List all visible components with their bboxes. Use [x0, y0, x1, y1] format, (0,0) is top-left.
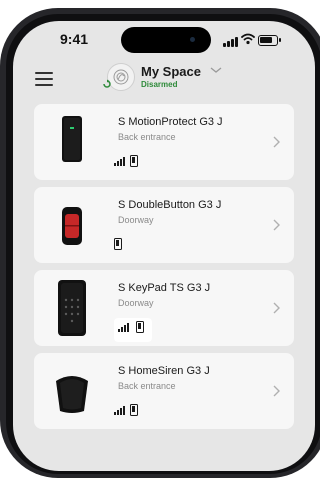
device-name: S DoubleButton G3 J: [118, 199, 222, 211]
siren-device-icon: [56, 376, 88, 413]
signal-strength-icon: [118, 322, 132, 332]
device-name: S KeyPad TS G3 J: [118, 282, 211, 294]
device-name: S MotionProtect G3 J: [118, 116, 223, 128]
battery-level-icon: [114, 238, 122, 250]
chevron-right-icon: [273, 219, 280, 231]
keypad-device-icon: [58, 280, 86, 336]
hamburger-menu-icon[interactable]: [35, 72, 53, 86]
device-room: Back entrance: [118, 132, 176, 142]
app-header: My Space Disarmed: [13, 61, 315, 101]
device-card[interactable]: S DoubleButton G3 J Doorway: [34, 187, 294, 263]
device-name: S HomeSiren G3 J: [118, 365, 210, 377]
phone-mockup: 9:41 My Space Disarmed S MotionProtect G…: [0, 0, 320, 478]
battery-level-icon: [130, 404, 138, 416]
double-button-device-icon: [62, 207, 82, 245]
battery-level-icon: [130, 155, 138, 167]
space-switcher[interactable]: My Space Disarmed: [103, 61, 247, 97]
battery-icon: [258, 35, 278, 46]
dynamic-island: [121, 27, 211, 53]
battery-cap: [279, 38, 281, 42]
device-card[interactable]: S HomeSiren G3 J Back entrance: [34, 353, 294, 429]
security-status: Disarmed: [141, 80, 178, 89]
chevron-right-icon: [273, 302, 280, 314]
wifi-icon: [241, 33, 255, 45]
camera-dot: [190, 37, 195, 42]
status-bar: 9:41: [13, 21, 315, 61]
device-room: Back entrance: [118, 381, 176, 391]
battery-level-icon: [136, 321, 144, 333]
chevron-right-icon: [273, 385, 280, 397]
device-room: Doorway: [118, 298, 154, 308]
status-time: 9:41: [60, 31, 89, 47]
app-screen: 9:41 My Space Disarmed S MotionProtect G…: [13, 21, 315, 471]
device-card[interactable]: S MotionProtect G3 J Back entrance: [34, 104, 294, 180]
device-card[interactable]: S KeyPad TS G3 J Doorway: [34, 270, 294, 346]
motion-sensor-device-icon: [62, 116, 82, 162]
device-room: Doorway: [118, 215, 154, 225]
signal-strength-icon: [114, 156, 128, 166]
device-status-highlighted: [114, 318, 152, 342]
status-icons: [223, 33, 293, 47]
disarmed-icon: [103, 79, 111, 88]
chevron-right-icon: [273, 136, 280, 148]
signal-strength-icon: [114, 405, 128, 415]
chevron-down-icon: [210, 67, 222, 73]
space-name: My Space: [141, 64, 201, 79]
